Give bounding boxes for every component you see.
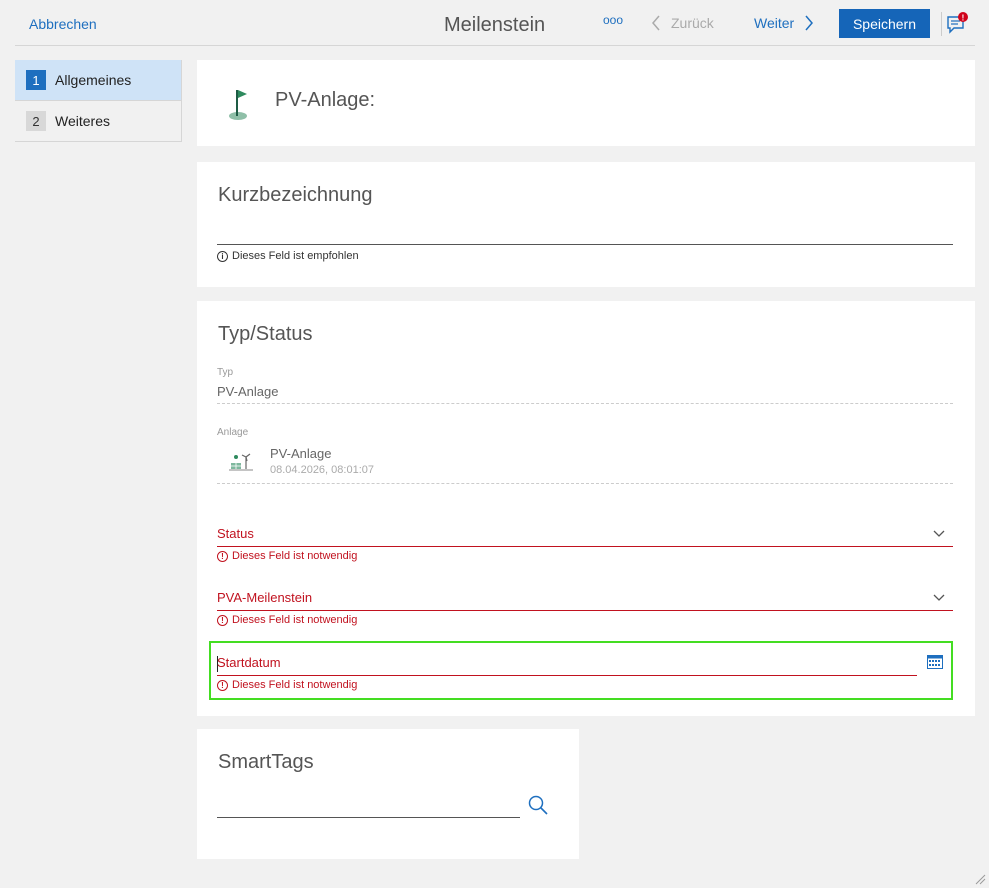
record-title: PV-Anlage: <box>275 89 376 111</box>
milestone-select[interactable]: PVA-Meilenstein <box>217 587 953 611</box>
search-icon[interactable] <box>528 795 548 815</box>
sidebar-item-allgemeines[interactable]: 1 Allgemeines <box>15 60 182 101</box>
next-label: Weiter <box>754 15 795 31</box>
input-underline <box>217 817 520 818</box>
error-text: Dieses Feld ist notwendig <box>232 614 358 626</box>
startdatum-underline <box>217 675 917 676</box>
more-options-icon[interactable]: ooo <box>603 13 623 27</box>
header-card: PV-Anlage: <box>197 60 975 146</box>
typ-status-title: Typ/Status <box>218 323 313 345</box>
typ-status-card: Typ/Status Typ PV-Anlage Anlage PV-Anlag… <box>197 301 975 716</box>
status-underline <box>217 546 953 547</box>
milestone-label: PVA-Meilenstein <box>217 590 313 605</box>
status-select[interactable]: Status <box>217 523 953 547</box>
typ-label: Typ <box>217 367 234 378</box>
step-number: 2 <box>26 111 46 131</box>
kurzbezeichnung-input[interactable] <box>217 212 953 245</box>
smarttags-title: SmartTags <box>218 751 314 773</box>
save-button[interactable]: Speichern <box>839 9 930 38</box>
chevron-left-icon <box>652 15 660 31</box>
page-title: Meilenstein <box>444 14 546 36</box>
divider <box>217 403 953 404</box>
chevron-down-icon <box>933 530 945 537</box>
solar-plant-icon <box>229 453 253 471</box>
resize-grip-icon[interactable] <box>974 873 986 885</box>
recommended-hint: i Dieses Feld ist empfohlen <box>217 250 359 262</box>
chevron-right-icon <box>805 15 814 31</box>
toolbar: Abbrechen Meilenstein ooo Zurück Weiter … <box>15 0 975 46</box>
startdatum-field: Startdatum ! Dieses Feld ist notwendig <box>209 641 953 700</box>
status-error: ! Dieses Feld ist notwendig <box>217 550 357 562</box>
anlage-label: Anlage <box>217 427 249 438</box>
sidebar: 1 Allgemeines 2 Weiteres <box>15 60 182 142</box>
milestone-underline <box>217 610 953 611</box>
smarttags-card: SmartTags <box>197 729 579 859</box>
next-button[interactable]: Weiter <box>754 15 814 31</box>
cancel-button[interactable]: Abbrechen <box>29 16 97 32</box>
chevron-down-icon <box>933 594 945 601</box>
error-icon: ! <box>217 614 228 626</box>
kurzbezeichnung-card: Kurzbezeichnung i Dieses Feld ist empfoh… <box>197 162 975 287</box>
smarttags-input[interactable] <box>217 791 520 817</box>
error-text: Dieses Feld ist notwendig <box>232 679 358 691</box>
error-icon: ! <box>217 550 228 562</box>
startdatum-error: ! Dieses Feld ist notwendig <box>217 679 357 691</box>
hint-text: Dieses Feld ist empfohlen <box>232 250 359 262</box>
status-label: Status <box>217 526 254 541</box>
sidebar-item-label: Weiteres <box>55 113 110 129</box>
sidebar-item-label: Allgemeines <box>55 72 132 88</box>
error-icon: ! <box>217 679 228 691</box>
feedback-icon[interactable]: ! <box>945 12 969 36</box>
anlage-date: 08.04.2026, 08:01:07 <box>270 464 374 476</box>
anlage-name[interactable]: PV-Anlage <box>270 446 331 461</box>
notification-badge: ! <box>962 14 965 23</box>
typ-value: PV-Anlage <box>217 384 279 399</box>
input-underline <box>217 244 953 245</box>
step-number: 1 <box>26 70 46 90</box>
back-label: Zurück <box>671 15 714 31</box>
flag-icon <box>229 90 247 120</box>
back-button[interactable]: Zurück <box>651 15 714 31</box>
divider <box>941 12 942 36</box>
info-icon: i <box>217 250 228 262</box>
divider <box>217 483 953 484</box>
startdatum-label: Startdatum <box>217 655 281 670</box>
sidebar-item-weiteres[interactable]: 2 Weiteres <box>15 101 182 142</box>
kurzbezeichnung-label: Kurzbezeichnung <box>218 184 373 206</box>
startdatum-input[interactable]: Startdatum <box>217 652 917 676</box>
milestone-error: ! Dieses Feld ist notwendig <box>217 614 357 626</box>
calendar-icon[interactable] <box>927 655 943 669</box>
error-text: Dieses Feld ist notwendig <box>232 550 358 562</box>
